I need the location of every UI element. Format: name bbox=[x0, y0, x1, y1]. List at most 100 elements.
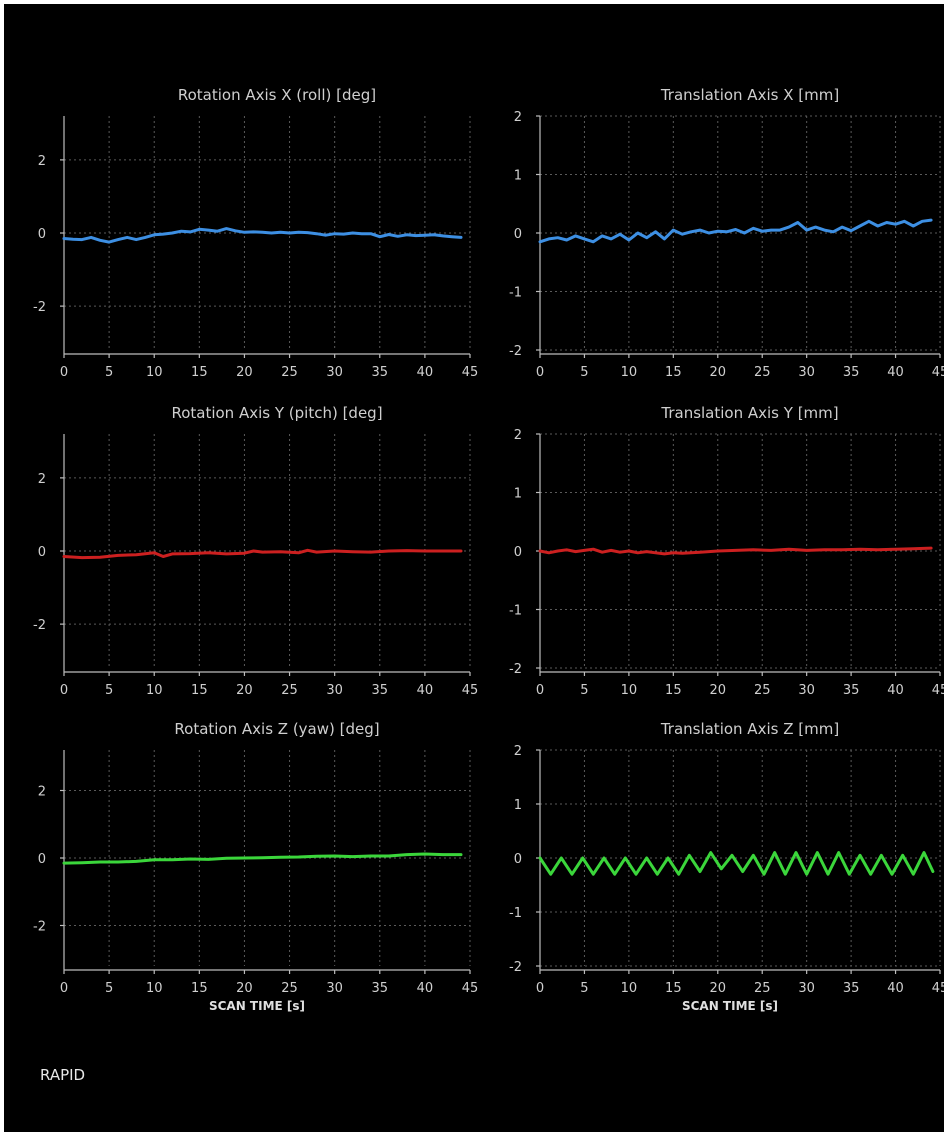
x-tick-label: 0 bbox=[536, 683, 544, 698]
x-tick-label: 20 bbox=[236, 365, 253, 380]
y-tick-label: 1 bbox=[514, 798, 522, 813]
x-tick-label: 45 bbox=[462, 981, 479, 996]
y-tick-label: 0 bbox=[514, 227, 522, 242]
chart-title: Translation Axis Z [mm] bbox=[660, 720, 839, 738]
x-tick-label: 20 bbox=[236, 981, 253, 996]
chart-title: Rotation Axis Z (yaw) [deg] bbox=[174, 720, 379, 738]
chart-panel-6: 0 5 10 15 20 25 30 35 40 45 -2 -1 0 1 2 Translation Axi… bbox=[509, 720, 944, 1013]
x-tick-label: 0 bbox=[536, 365, 544, 380]
x-tick-label: 0 bbox=[60, 683, 68, 698]
x-tick-label: 10 bbox=[621, 981, 638, 996]
x-tick-label: 0 bbox=[60, 981, 68, 996]
x-tick-label: 25 bbox=[281, 981, 298, 996]
y-tick-label: 2 bbox=[514, 744, 522, 759]
x-tick-label: 35 bbox=[843, 981, 860, 996]
x-tick-label: 15 bbox=[191, 981, 208, 996]
x-tick-label: 20 bbox=[710, 365, 727, 380]
y-tick-label: -2 bbox=[509, 662, 522, 677]
x-tick-label: 35 bbox=[372, 683, 389, 698]
x-tick-label: 15 bbox=[191, 365, 208, 380]
x-tick-label: 30 bbox=[326, 981, 343, 996]
x-tick-label: 40 bbox=[887, 365, 904, 380]
y-tick-label: 0 bbox=[38, 545, 46, 560]
x-tick-label: 5 bbox=[580, 365, 588, 380]
chart-title: Translation Axis Y [mm] bbox=[660, 404, 838, 422]
x-tick-label: 40 bbox=[417, 365, 434, 380]
x-tick-label: 25 bbox=[281, 683, 298, 698]
y-tick-label: 2 bbox=[38, 472, 46, 487]
x-tick-label: 25 bbox=[281, 365, 298, 380]
chart-panel-5: 0 5 10 15 20 25 30 35 40 45 -2 0 2 Rotation Axis Z (y… bbox=[33, 720, 478, 1013]
x-tick-label: 40 bbox=[417, 981, 434, 996]
x-tick-label: 40 bbox=[887, 981, 904, 996]
series-line bbox=[538, 546, 933, 556]
y-tick-label: 2 bbox=[514, 428, 522, 443]
chart-panel-2: 0 5 10 15 20 25 30 35 40 45 -2 -1 0 1 2 Translation Axi… bbox=[509, 86, 944, 380]
x-tick-label: 25 bbox=[754, 365, 771, 380]
x-tick-label: 10 bbox=[621, 365, 638, 380]
chart-title: Translation Axis X [mm] bbox=[660, 86, 839, 104]
x-tick-label: 15 bbox=[191, 683, 208, 698]
screen: 0 5 10 15 20 25 30 35 40 45 -2 0 2 Rotation Axis X (r… bbox=[4, 4, 944, 1132]
y-tick-label: 1 bbox=[514, 487, 522, 502]
y-tick-label: -1 bbox=[509, 286, 522, 301]
x-tick-label: 20 bbox=[710, 683, 727, 698]
y-tick-label: -2 bbox=[33, 618, 46, 633]
series-line bbox=[62, 852, 463, 865]
x-tick-label: 25 bbox=[754, 981, 771, 996]
y-tick-label: -1 bbox=[509, 604, 522, 619]
x-tick-label: 20 bbox=[710, 981, 727, 996]
x-tick-label: 45 bbox=[462, 683, 479, 698]
y-tick-label: 0 bbox=[514, 545, 522, 560]
x-tick-label: 45 bbox=[932, 683, 944, 698]
y-tick-label: -2 bbox=[33, 920, 46, 935]
y-tick-label: 1 bbox=[514, 169, 522, 184]
x-tick-label: 35 bbox=[372, 365, 389, 380]
x-tick-label: 35 bbox=[843, 683, 860, 698]
x-tick-label: 45 bbox=[932, 981, 944, 996]
x-tick-label: 5 bbox=[105, 981, 113, 996]
x-axis-label: SCAN TIME [s] bbox=[209, 999, 305, 1013]
x-tick-label: 0 bbox=[536, 981, 544, 996]
x-tick-label: 10 bbox=[146, 365, 163, 380]
y-tick-label: -2 bbox=[509, 960, 522, 975]
x-tick-label: 30 bbox=[798, 683, 815, 698]
x-tick-label: 5 bbox=[580, 981, 588, 996]
x-tick-label: 45 bbox=[462, 365, 479, 380]
x-tick-label: 40 bbox=[417, 683, 434, 698]
x-tick-label: 15 bbox=[665, 365, 682, 380]
x-tick-label: 35 bbox=[372, 981, 389, 996]
x-tick-label: 10 bbox=[621, 683, 638, 698]
series-line bbox=[538, 218, 933, 244]
series-line bbox=[538, 851, 935, 876]
x-tick-label: 45 bbox=[932, 365, 944, 380]
series-line bbox=[62, 548, 463, 560]
y-tick-label: -2 bbox=[509, 344, 522, 359]
x-tick-label: 30 bbox=[326, 365, 343, 380]
x-tick-label: 15 bbox=[665, 683, 682, 698]
x-tick-label: 5 bbox=[105, 365, 113, 380]
x-tick-label: 30 bbox=[326, 683, 343, 698]
x-tick-label: 30 bbox=[798, 365, 815, 380]
chart-panel-1: 0 5 10 15 20 25 30 35 40 45 -2 0 2 Rotation Axis X (r… bbox=[33, 86, 478, 380]
chart-panel-3: 0 5 10 15 20 25 30 35 40 45 -2 0 2 Rotation Axis Y (p… bbox=[33, 404, 478, 698]
y-tick-label: -1 bbox=[509, 906, 522, 921]
x-tick-label: 10 bbox=[146, 981, 163, 996]
x-tick-label: 5 bbox=[105, 683, 113, 698]
chart-title: Rotation Axis Y (pitch) [deg] bbox=[171, 404, 382, 422]
x-tick-label: 10 bbox=[146, 683, 163, 698]
y-tick-label: 2 bbox=[38, 154, 46, 169]
y-tick-label: 0 bbox=[38, 852, 46, 867]
x-tick-label: 5 bbox=[580, 683, 588, 698]
plots-canvas: 0 5 10 15 20 25 30 35 40 45-202Rotation Axis X (r… bbox=[33, 86, 944, 1013]
y-tick-label: 2 bbox=[38, 785, 46, 800]
x-tick-label: 40 bbox=[887, 683, 904, 698]
x-axis-label: SCAN TIME [s] bbox=[682, 999, 778, 1013]
y-tick-label: 0 bbox=[38, 227, 46, 242]
x-tick-label: 15 bbox=[665, 981, 682, 996]
x-tick-label: 0 bbox=[60, 365, 68, 380]
y-tick-label: -2 bbox=[33, 300, 46, 315]
chart-title: Rotation Axis X (roll) [deg] bbox=[178, 86, 376, 104]
y-tick-label: 2 bbox=[514, 110, 522, 125]
x-tick-label: 30 bbox=[798, 981, 815, 996]
